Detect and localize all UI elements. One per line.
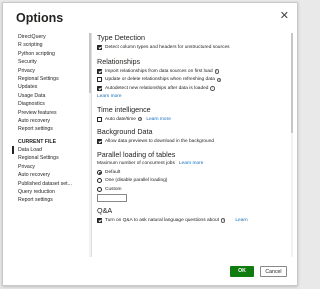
info-icon[interactable]: i <box>214 69 220 74</box>
import-relationships-row: Import relationships from data sources o… <box>97 67 293 75</box>
qa-label: Turn on Q&A to ask natural language ques… <box>105 217 219 223</box>
background-preview-label: Allow data previews to download in the b… <box>105 139 215 145</box>
autodetect-relationships-row: Autodetect new relationships after data … <box>97 84 293 92</box>
sidebar-scrollbar[interactable] <box>89 33 91 257</box>
relationships-heading: Relationships <box>97 57 141 67</box>
info-icon[interactable]: i <box>216 77 222 83</box>
time-intelligence-heading: Time intelligence <box>97 104 151 114</box>
sidebar-item-preview-features[interactable]: Preview features <box>12 109 91 117</box>
sidebar-item-updates[interactable]: Updates <box>12 83 91 91</box>
dialog-title: Options <box>16 11 64 25</box>
custom-radio-row: Custom <box>97 185 293 193</box>
custom-radio-label: Custom <box>105 186 122 192</box>
background-preview-row: Allow data previews to download in the b… <box>97 137 293 145</box>
detect-types-label: Detect column types and headers for unst… <box>105 44 230 50</box>
sidebar-scroll-thumb[interactable] <box>89 33 91 93</box>
import-relationships-checkbox[interactable] <box>97 69 102 75</box>
sidebar-item-file-auto-recovery[interactable]: Auto recovery <box>12 171 91 179</box>
qa-row: Turn on Q&A to ask natural language ques… <box>97 216 293 224</box>
default-radio-row: Default <box>97 168 293 176</box>
sidebar-item-regional-settings[interactable]: Regional Settings <box>12 75 91 83</box>
max-jobs-label: Maximum number of concurrent jobs <box>97 161 175 167</box>
sidebar: DirectQuery R scripting Python scripting… <box>12 33 92 257</box>
autodetect-relationships-checkbox[interactable] <box>97 85 102 91</box>
auto-date-label: Auto date/time <box>105 116 136 122</box>
sidebar-item-file-regional-settings[interactable]: Regional Settings <box>12 154 91 162</box>
sidebar-item-auto-recovery[interactable]: Auto recovery <box>12 117 91 125</box>
sidebar-item-privacy[interactable]: Privacy <box>12 67 91 75</box>
sidebar-item-file-report-settings[interactable]: Report settings <box>12 196 91 204</box>
sidebar-item-query-reduction[interactable]: Query reduction <box>12 188 91 196</box>
update-relationships-row: Update or delete relationships when refr… <box>97 76 293 84</box>
parallel-learn-more-link[interactable]: Learn more <box>179 161 204 166</box>
parallel-loading-heading: Parallel loading of tables <box>97 149 176 159</box>
time-intelligence-learn-more-link[interactable]: Learn more <box>146 117 171 122</box>
info-icon[interactable]: i <box>220 218 226 223</box>
sidebar-item-diagnostics[interactable]: Diagnostics <box>12 100 91 108</box>
sidebar-item-file-privacy[interactable]: Privacy <box>12 163 91 171</box>
one-radio[interactable] <box>97 178 102 184</box>
sidebar-item-security[interactable]: Security <box>12 58 91 66</box>
custom-radio[interactable] <box>97 186 102 192</box>
ok-button[interactable]: OK <box>230 266 254 277</box>
background-preview-checkbox[interactable] <box>97 139 102 145</box>
default-radio-label: Default <box>105 169 121 175</box>
max-jobs-row: Maximum number of concurrent jobs Learn … <box>97 160 293 168</box>
custom-jobs-input[interactable] <box>97 194 127 203</box>
qa-learn-link[interactable]: Learn <box>235 218 247 223</box>
sidebar-item-published-dataset-settings[interactable]: Published dataset set... <box>12 180 91 188</box>
info-icon[interactable]: i <box>137 116 143 122</box>
auto-date-checkbox[interactable] <box>97 116 102 122</box>
background-data-heading: Background Data <box>97 127 153 137</box>
options-dialog: Options ✕ DirectQuery R scripting Python… <box>2 2 298 286</box>
current-file-header: CURRENT FILE <box>18 138 57 145</box>
sidebar-item-r-scripting[interactable]: R scripting <box>12 41 91 49</box>
import-relationships-label: Import relationships from data sources o… <box>105 69 213 75</box>
auto-date-row: Auto date/time i Learn more <box>97 115 293 123</box>
options-content: Type Detection Detect column types and h… <box>97 33 293 257</box>
type-detection-heading: Type Detection <box>97 33 145 42</box>
detect-types-checkbox[interactable] <box>97 44 102 50</box>
one-radio-label: One (disable parallel loading) <box>105 178 168 184</box>
sidebar-item-usage-data[interactable]: Usage Data <box>12 92 91 100</box>
update-relationships-label: Update or delete relationships when refr… <box>105 77 215 83</box>
sidebar-item-report-settings[interactable]: Report settings <box>12 125 91 133</box>
qa-checkbox[interactable] <box>97 217 102 223</box>
one-radio-row: One (disable parallel loading) <box>97 177 293 185</box>
relationships-learn-more-link[interactable]: Learn more <box>97 94 122 99</box>
qa-heading: Q&A <box>97 206 113 216</box>
close-icon[interactable]: ✕ <box>280 11 289 22</box>
info-icon[interactable]: i <box>210 86 215 91</box>
update-relationships-checkbox[interactable] <box>97 77 102 83</box>
cancel-button[interactable]: Cancel <box>260 266 287 277</box>
detect-types-row: Detect column types and headers for unst… <box>97 43 293 51</box>
sidebar-item-python-scripting[interactable]: Python scripting <box>12 50 91 58</box>
content-scroll-thumb[interactable] <box>291 33 293 133</box>
content-scrollbar[interactable] <box>291 33 293 257</box>
autodetect-relationships-label: Autodetect new relationships after data … <box>105 85 209 91</box>
default-radio[interactable] <box>97 169 102 175</box>
sidebar-item-directquery[interactable]: DirectQuery <box>12 33 91 41</box>
sidebar-item-data-load[interactable]: Data Load <box>12 146 91 155</box>
